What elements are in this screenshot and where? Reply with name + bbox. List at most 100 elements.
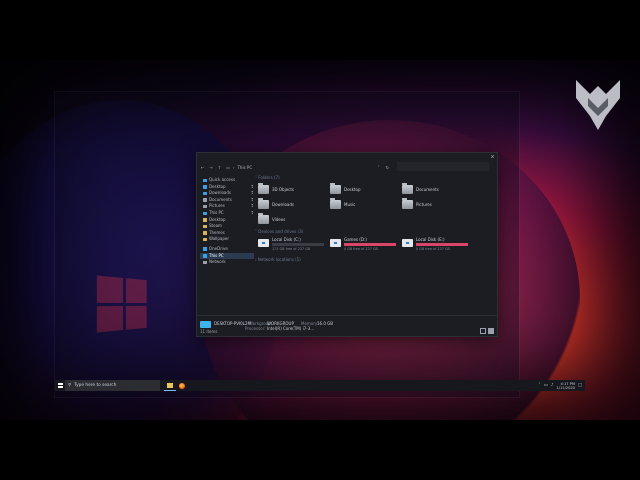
details-view-icon[interactable]	[480, 328, 486, 334]
drive-name: Local Disk (E:)	[416, 237, 445, 242]
drive-free-space: 0 GB free of 237 GB	[416, 247, 450, 251]
start-button[interactable]	[55, 380, 65, 391]
sidebar-item-label: This PC	[209, 252, 224, 258]
taskbar: ⚲ Type here to search ˄ ▭ ♪ 4:17 PM 1/11…	[55, 380, 585, 391]
pc-icon	[203, 254, 207, 258]
folder-icon	[258, 183, 269, 194]
item-count: 11 items	[200, 329, 218, 334]
title-bar[interactable]	[197, 153, 497, 161]
folder-item[interactable]: Downloads	[258, 198, 330, 210]
sidebar-item-themes[interactable]: Themes	[200, 230, 254, 237]
sidebar-item-label: Pictures	[209, 203, 225, 209]
clock[interactable]: 4:17 PM 1/11/2020	[557, 382, 575, 390]
content-pane: ˅ Folders (7) 3D Objects Desktop Documen…	[255, 175, 493, 316]
windows-icon	[57, 383, 63, 388]
folder-icon	[203, 198, 207, 202]
section-label: Folders (7)	[258, 175, 280, 180]
sidebar-item-label: OneDrive	[209, 245, 228, 251]
pin-icon: ❢	[250, 190, 254, 196]
sidebar-item-label: Downloads	[209, 190, 231, 196]
details-pane: DESKTOP-PVI0L2M Workgroup: WORKGROUP Mem…	[197, 315, 497, 336]
folders-grid: 3D Objects Desktop Documents Downloads M…	[255, 183, 493, 225]
star-icon	[203, 178, 207, 183]
pin-icon: ❢	[250, 196, 254, 202]
close-icon[interactable]	[491, 155, 494, 158]
drive-item[interactable]: Local Disk (C:) 171 GB free of 237 GB	[258, 237, 330, 253]
section-header-drives[interactable]: ˅ Devices and drives (3)	[255, 229, 493, 235]
volume-icon[interactable]: ♪	[551, 383, 554, 388]
pin-icon: ❢	[250, 203, 254, 209]
folder-item[interactable]: Pictures	[402, 198, 474, 210]
back-icon[interactable]: ←	[201, 165, 204, 170]
section-header-folders[interactable]: ˅ Folders (7)	[255, 175, 493, 181]
section-label: Network locations (1)	[257, 257, 301, 262]
folder-item[interactable]: Videos	[258, 213, 330, 225]
sidebar-item-this-pc-quick[interactable]: This PC ❢	[200, 210, 254, 217]
folder-icon	[203, 231, 207, 235]
tiles-view-icon[interactable]	[488, 328, 494, 334]
sidebar-item-network[interactable]: Network	[200, 259, 254, 266]
folder-item[interactable]: 3D Objects	[258, 183, 330, 195]
folder-label: Music	[344, 201, 356, 207]
drive-icon	[330, 239, 341, 247]
folder-item[interactable]: Desktop	[330, 183, 402, 195]
folder-icon	[258, 213, 269, 224]
search-input[interactable]	[397, 162, 489, 171]
sidebar-item-desktop-2[interactable]: Desktop	[200, 217, 254, 224]
cloud-icon	[203, 247, 207, 251]
drive-icon	[258, 239, 269, 247]
folder-item[interactable]: Music	[330, 198, 402, 210]
refresh-icon[interactable]: ↻	[386, 165, 389, 170]
forward-icon[interactable]: →	[209, 165, 212, 170]
file-explorer-window: ← → ↑ ▭ › This PC ˅ ↻ Quick access Deskt…	[196, 152, 498, 337]
sidebar-item-wallpaper[interactable]: Wallpaper	[200, 236, 254, 243]
firefox-icon	[179, 382, 185, 389]
folder-label: Desktop	[344, 186, 361, 192]
processor-value: Intel(R) Core(TM) i7-3...	[267, 326, 315, 331]
section-header-network[interactable]: › Network locations (1)	[255, 257, 493, 263]
sidebar-item-onedrive[interactable]: OneDrive	[200, 246, 254, 253]
breadcrumb-label: This PC	[237, 164, 253, 170]
drive-usage-bar	[344, 243, 396, 246]
sidebar-item-steam[interactable]: Steam	[200, 223, 254, 230]
chevron-up-icon[interactable]: ˄	[539, 383, 541, 388]
pc-icon: ▭	[226, 164, 230, 170]
folder-icon	[203, 204, 207, 209]
network-icon	[203, 260, 207, 265]
pc-icon	[203, 211, 207, 216]
dropdown-icon[interactable]: ˅	[378, 165, 380, 170]
up-icon[interactable]: ↑	[218, 165, 221, 170]
file-explorer-taskbar-icon[interactable]	[164, 380, 176, 391]
folder-icon	[258, 198, 269, 209]
drive-usage-bar	[416, 243, 468, 246]
drive-item[interactable]: Games (D:) 0 GB free of 237 GB	[330, 237, 402, 253]
sidebar-item-documents[interactable]: Documents ❢	[200, 197, 254, 204]
notifications-icon[interactable]: □	[578, 383, 582, 388]
search-icon: ⚲	[68, 383, 72, 388]
firefox-taskbar-icon[interactable]	[176, 380, 188, 391]
sidebar-item-label: This PC	[209, 209, 224, 215]
sidebar-item-label: Wallpaper	[209, 236, 230, 242]
folder-label: Downloads	[272, 201, 294, 207]
system-tray: ˄ ▭ ♪ 4:17 PM 1/11/2020 □	[539, 382, 585, 390]
folder-label: Documents	[416, 186, 439, 192]
breadcrumb[interactable]: ▭ › This PC	[226, 165, 252, 170]
sidebar-item-label: Quick access	[209, 177, 236, 182]
sidebar-item-downloads[interactable]: Downloads ❢	[200, 190, 254, 197]
clock-date: 1/11/2020	[556, 385, 575, 390]
sidebar-item-pictures[interactable]: Pictures ❢	[200, 203, 254, 210]
folder-item[interactable]: Documents	[402, 183, 474, 195]
sidebar-item-this-pc[interactable]: This PC	[200, 252, 254, 260]
drive-item[interactable]: Local Disk (E:) 0 GB free of 237 GB	[402, 237, 474, 253]
folder-label: Pictures	[416, 201, 432, 207]
drive-name: Games (D:)	[344, 237, 367, 242]
taskbar-search-box[interactable]: ⚲ Type here to search	[65, 380, 160, 391]
folder-icon	[203, 237, 207, 242]
pin-icon: ❢	[250, 209, 254, 215]
sidebar-item-quick-access[interactable]: Quick access	[200, 177, 254, 184]
network-icon[interactable]: ▭	[544, 383, 548, 388]
sidebar-item-label: Desktop	[209, 216, 226, 222]
drive-usage-fill	[272, 243, 287, 246]
sidebar-item-desktop[interactable]: Desktop ❢	[200, 184, 254, 191]
computer-icon	[200, 321, 211, 328]
